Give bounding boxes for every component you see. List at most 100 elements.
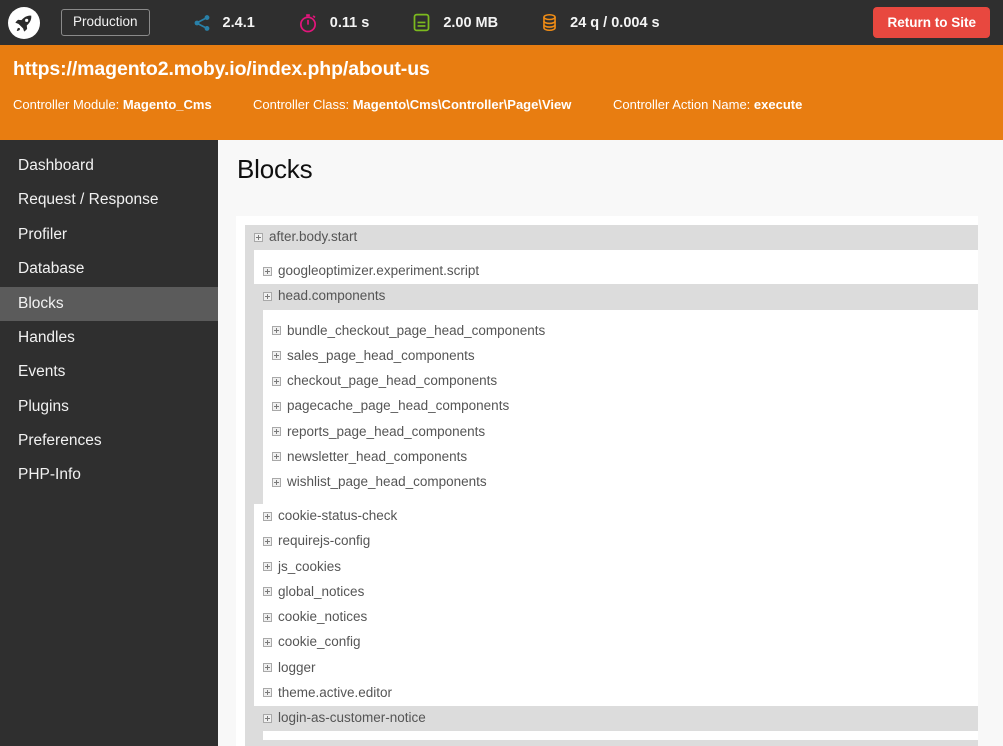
expand-plus-icon[interactable] [272, 427, 281, 437]
expand-plus-icon[interactable] [263, 266, 272, 276]
expand-plus-icon[interactable] [272, 477, 281, 487]
metric-database-value: 24 q / 0.004 s [570, 14, 660, 31]
tree-node: theme.active.editor [254, 681, 978, 706]
tree-node-label: theme.active.editor [278, 684, 393, 700]
expand-plus-icon[interactable] [263, 688, 272, 698]
metric-database[interactable]: 24 q / 0.004 s [540, 12, 660, 33]
tree-node-row[interactable]: wishlist_page_head_components [263, 470, 978, 495]
tree-node-row[interactable]: head.components [254, 284, 978, 309]
sidebar-item-plugins[interactable]: Plugins [0, 390, 218, 424]
tree-node-row[interactable]: requirejs-config [254, 529, 978, 554]
expand-plus-icon[interactable] [263, 587, 272, 597]
expand-plus-icon[interactable] [263, 663, 272, 673]
metric-time-value: 0.11 s [329, 14, 370, 31]
tree-node-label: sales_page_head_components [287, 347, 475, 363]
tree-node-label: login-as-customer-notice [278, 709, 426, 725]
metric-time[interactable]: 0.11 s [297, 12, 370, 34]
metric-memory[interactable]: 2.00 MB [411, 12, 498, 33]
expand-plus-icon[interactable] [263, 612, 272, 622]
expand-plus-icon[interactable] [263, 713, 272, 723]
tree-node-row[interactable]: logger [254, 656, 978, 681]
expand-plus-icon[interactable] [272, 401, 281, 411]
sidebar-item-dashboard[interactable]: Dashboard [0, 149, 218, 183]
expand-plus-icon[interactable] [272, 452, 281, 462]
expand-plus-icon[interactable] [263, 537, 272, 547]
tree-node-row[interactable]: newsletter_head_components [263, 445, 978, 470]
expand-plus-icon[interactable] [263, 511, 272, 521]
tree-children: bundle_checkout_page_head_componentssale… [263, 309, 978, 505]
tree-node-label: wishlist_page_head_components [287, 473, 487, 489]
metric-version-value: 2.4.1 [222, 14, 255, 31]
tree-node-row[interactable]: theme.active.editor [254, 681, 978, 706]
tree-node-row[interactable]: js_cookies [254, 555, 978, 580]
sidebar-item-profiler[interactable]: Profiler [0, 218, 218, 252]
tree-node: wishlist_page_head_components [263, 470, 978, 495]
tree-node: pagecache_page_head_components [263, 394, 978, 419]
tree-node-label: logger [278, 659, 316, 675]
sidebar-item-php-info[interactable]: PHP-Info [0, 458, 218, 492]
controller-module-value: Magento_Cms [122, 97, 212, 112]
tree-node: head.components bundle_checkout_page_head… [254, 284, 978, 505]
return-to-site-button[interactable]: Return to Site [873, 7, 990, 38]
tree-node-row[interactable]: googleoptimizer.experiment.script [254, 259, 978, 284]
tree-node-label: cookie-status-check [278, 508, 398, 524]
tree-node-label: requirejs-config [278, 533, 371, 549]
expand-plus-icon[interactable] [263, 637, 272, 647]
tree-node-row[interactable]: checkout_page_head_components [263, 369, 978, 394]
tree-node-label: newsletter_head_components [287, 448, 468, 464]
tree-node-row[interactable]: login-as-customer-notice [254, 706, 978, 731]
tree-node: logger [254, 656, 978, 681]
tree-node: reports_page_head_components [263, 420, 978, 445]
sidebar-item-request-response[interactable]: Request / Response [0, 183, 218, 217]
tree-node-label: after.body.start [269, 229, 358, 244]
expand-plus-icon[interactable] [263, 562, 272, 572]
sidebar-item-label: Events [18, 363, 66, 381]
sidebar-item-events[interactable]: Events [0, 355, 218, 389]
controller-info-row: Controller Module: Magento_Cms Controlle… [13, 97, 1003, 112]
sidebar-item-blocks[interactable]: Blocks [0, 286, 218, 321]
expand-plus-icon[interactable] [272, 376, 281, 386]
tree-node-row[interactable]: pagecache_page_head_components [263, 394, 978, 419]
tree-node-label: head.components [278, 288, 386, 304]
tree-node-row[interactable]: after.body.start [245, 225, 978, 250]
tree-node-label: global_notices [278, 583, 365, 599]
tree-node-row[interactable]: cookie-status-check [254, 504, 978, 529]
metric-version[interactable]: 2.4.1 [192, 13, 255, 33]
rocket-logo[interactable] [8, 6, 40, 39]
tree-node-label: checkout_page_head_components [287, 373, 498, 389]
sidebar-item-database[interactable]: Database [0, 252, 218, 286]
tree-node: requirejs-config [254, 529, 978, 554]
sidebar-item-label: PHP-Info [18, 466, 81, 484]
sidebar-item-label: Handles [18, 328, 75, 346]
tree-node-row[interactable]: login-as-customer-notice-links [263, 740, 978, 746]
controller-action-value: execute [753, 97, 803, 112]
tree-node-row[interactable]: bundle_checkout_page_head_components [263, 319, 978, 344]
blocks-tree: after.body.start googleoptimizer.experime… [236, 216, 978, 746]
page-title: Blocks [237, 154, 313, 184]
sidebar-item-preferences[interactable]: Preferences [0, 424, 218, 458]
tree-node-row[interactable]: cookie_notices [254, 605, 978, 630]
expand-plus-icon[interactable] [272, 351, 281, 361]
metric-memory-value: 2.00 MB [443, 14, 499, 31]
expand-plus-icon[interactable] [272, 326, 281, 336]
controller-action-label: Controller Action Name: [613, 97, 751, 112]
tree-node-row[interactable]: reports_page_head_components [263, 420, 978, 445]
memory-chip-icon [413, 13, 430, 32]
tree-node: login-as-customer-notice-linkslogin-as-c… [263, 740, 978, 746]
tree-node: sales_page_head_components [263, 344, 978, 369]
tree-node-row[interactable]: global_notices [254, 580, 978, 605]
expand-plus-icon[interactable] [263, 292, 272, 302]
environment-badge[interactable]: Production [61, 9, 150, 36]
database-icon [543, 13, 556, 32]
tree-node-label: js_cookies [278, 558, 342, 574]
main-area: Dashboard Request / Response Profiler Datab… [0, 140, 1003, 746]
top-toolbar: Production 2.4.1 0.11 s 2.00 MB 24 q / 0… [0, 0, 1003, 45]
rocket-icon [15, 15, 32, 31]
tree-node-row[interactable]: cookie_config [254, 630, 978, 655]
expand-plus-icon[interactable] [254, 232, 263, 242]
tree-node: login-as-customer-notice login-as-custome… [254, 705, 978, 746]
tree-node: after.body.start googleoptimizer.experime… [245, 225, 978, 746]
sidebar-item-handles[interactable]: Handles [0, 321, 218, 355]
tree-node-label: googleoptimizer.experiment.script [278, 263, 480, 279]
tree-node-row[interactable]: sales_page_head_components [263, 344, 978, 369]
